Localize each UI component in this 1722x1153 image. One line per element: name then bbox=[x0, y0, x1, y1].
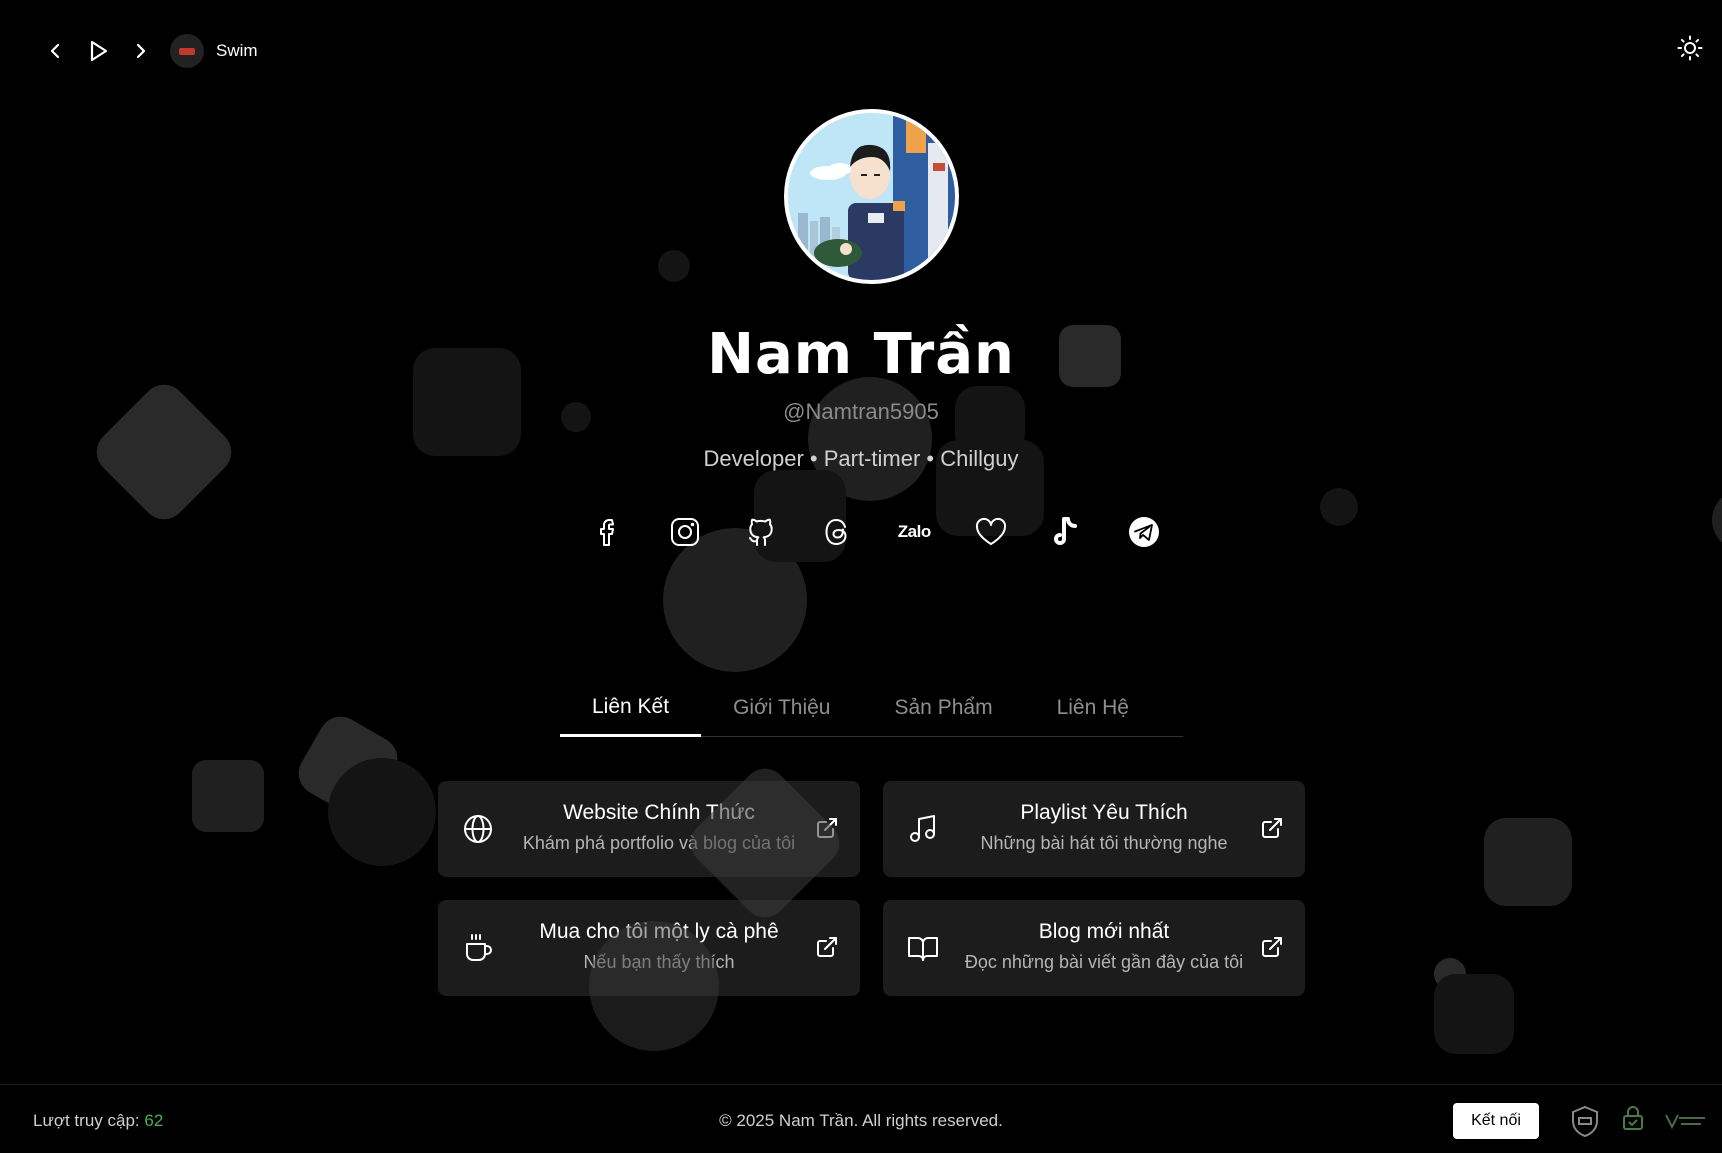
book-icon bbox=[903, 928, 943, 968]
avatar bbox=[784, 109, 959, 284]
chevron-left-icon[interactable] bbox=[40, 32, 70, 70]
bg-square bbox=[1434, 974, 1514, 1054]
profile-bio: Developer • Part-timer • Chillguy bbox=[703, 446, 1019, 471]
music-player: Swim bbox=[40, 32, 258, 70]
bg-circle bbox=[328, 758, 436, 866]
social-links: Zalo bbox=[586, 510, 1166, 554]
external-link-icon bbox=[814, 934, 840, 960]
tab-gioi-thieu[interactable]: Giới Thiệu bbox=[701, 680, 862, 736]
telegram-icon[interactable] bbox=[1122, 510, 1166, 554]
bg-dot bbox=[658, 250, 690, 282]
ssl-lock-icon[interactable] bbox=[1618, 1103, 1648, 1139]
external-link-icon bbox=[1259, 815, 1285, 841]
shield-badge-icon[interactable] bbox=[1568, 1103, 1602, 1139]
card-subtitle: Những bài hát tôi thường nghe bbox=[980, 833, 1228, 853]
link-card-playlist[interactable]: Playlist Yêu Thích Những bài hát tôi thư… bbox=[883, 781, 1305, 877]
album-art bbox=[170, 34, 204, 68]
verified-badge-icon[interactable] bbox=[1662, 1103, 1708, 1139]
tab-lien-he[interactable]: Liên Hệ bbox=[1025, 680, 1161, 736]
bg-square bbox=[192, 760, 264, 832]
card-subtitle: Đọc những bài viết gần đây của tôi bbox=[964, 952, 1244, 972]
card-title: Blog mới nhất bbox=[1038, 920, 1170, 943]
instagram-icon[interactable] bbox=[663, 510, 707, 554]
bg-circle bbox=[589, 921, 719, 1051]
zalo-icon[interactable]: Zalo bbox=[892, 510, 936, 554]
play-icon[interactable] bbox=[78, 32, 118, 70]
external-link-icon bbox=[1259, 934, 1285, 960]
track-title: Swim bbox=[216, 41, 258, 60]
facebook-icon[interactable] bbox=[586, 510, 630, 554]
tab-bar: Liên Kết Giới Thiệu Sản Phẩm Liên Hệ bbox=[560, 680, 1183, 737]
sun-icon[interactable] bbox=[1674, 32, 1706, 64]
tiktok-icon[interactable] bbox=[1045, 510, 1089, 554]
profile-name: Nam Trần bbox=[707, 322, 1015, 387]
coffee-icon bbox=[458, 928, 498, 968]
zalo-label: Zalo bbox=[897, 522, 931, 541]
tab-san-pham[interactable]: Sản Phẩm bbox=[863, 680, 1025, 736]
footer: Lượt truy cập: 62 © 2025 Nam Trần. All r… bbox=[0, 1084, 1722, 1153]
bg-square bbox=[1484, 818, 1572, 906]
card-title: Playlist Yêu Thích bbox=[1020, 801, 1188, 824]
top-bar: Swim bbox=[0, 0, 1722, 100]
chevron-right-icon[interactable] bbox=[126, 32, 156, 70]
heart-icon[interactable] bbox=[969, 510, 1013, 554]
github-icon[interactable] bbox=[739, 510, 783, 554]
bg-circle bbox=[1712, 490, 1722, 550]
tab-lien-ket[interactable]: Liên Kết bbox=[560, 680, 702, 737]
connect-button[interactable]: Kết nối bbox=[1453, 1103, 1539, 1139]
threads-icon[interactable] bbox=[816, 510, 860, 554]
globe-icon bbox=[458, 809, 498, 849]
profile-handle: @Namtran5905 bbox=[783, 399, 939, 424]
bg-dot bbox=[1320, 488, 1358, 526]
link-card-blog[interactable]: Blog mới nhất Đọc những bài viết gần đây… bbox=[883, 900, 1305, 996]
music-icon bbox=[903, 809, 943, 849]
